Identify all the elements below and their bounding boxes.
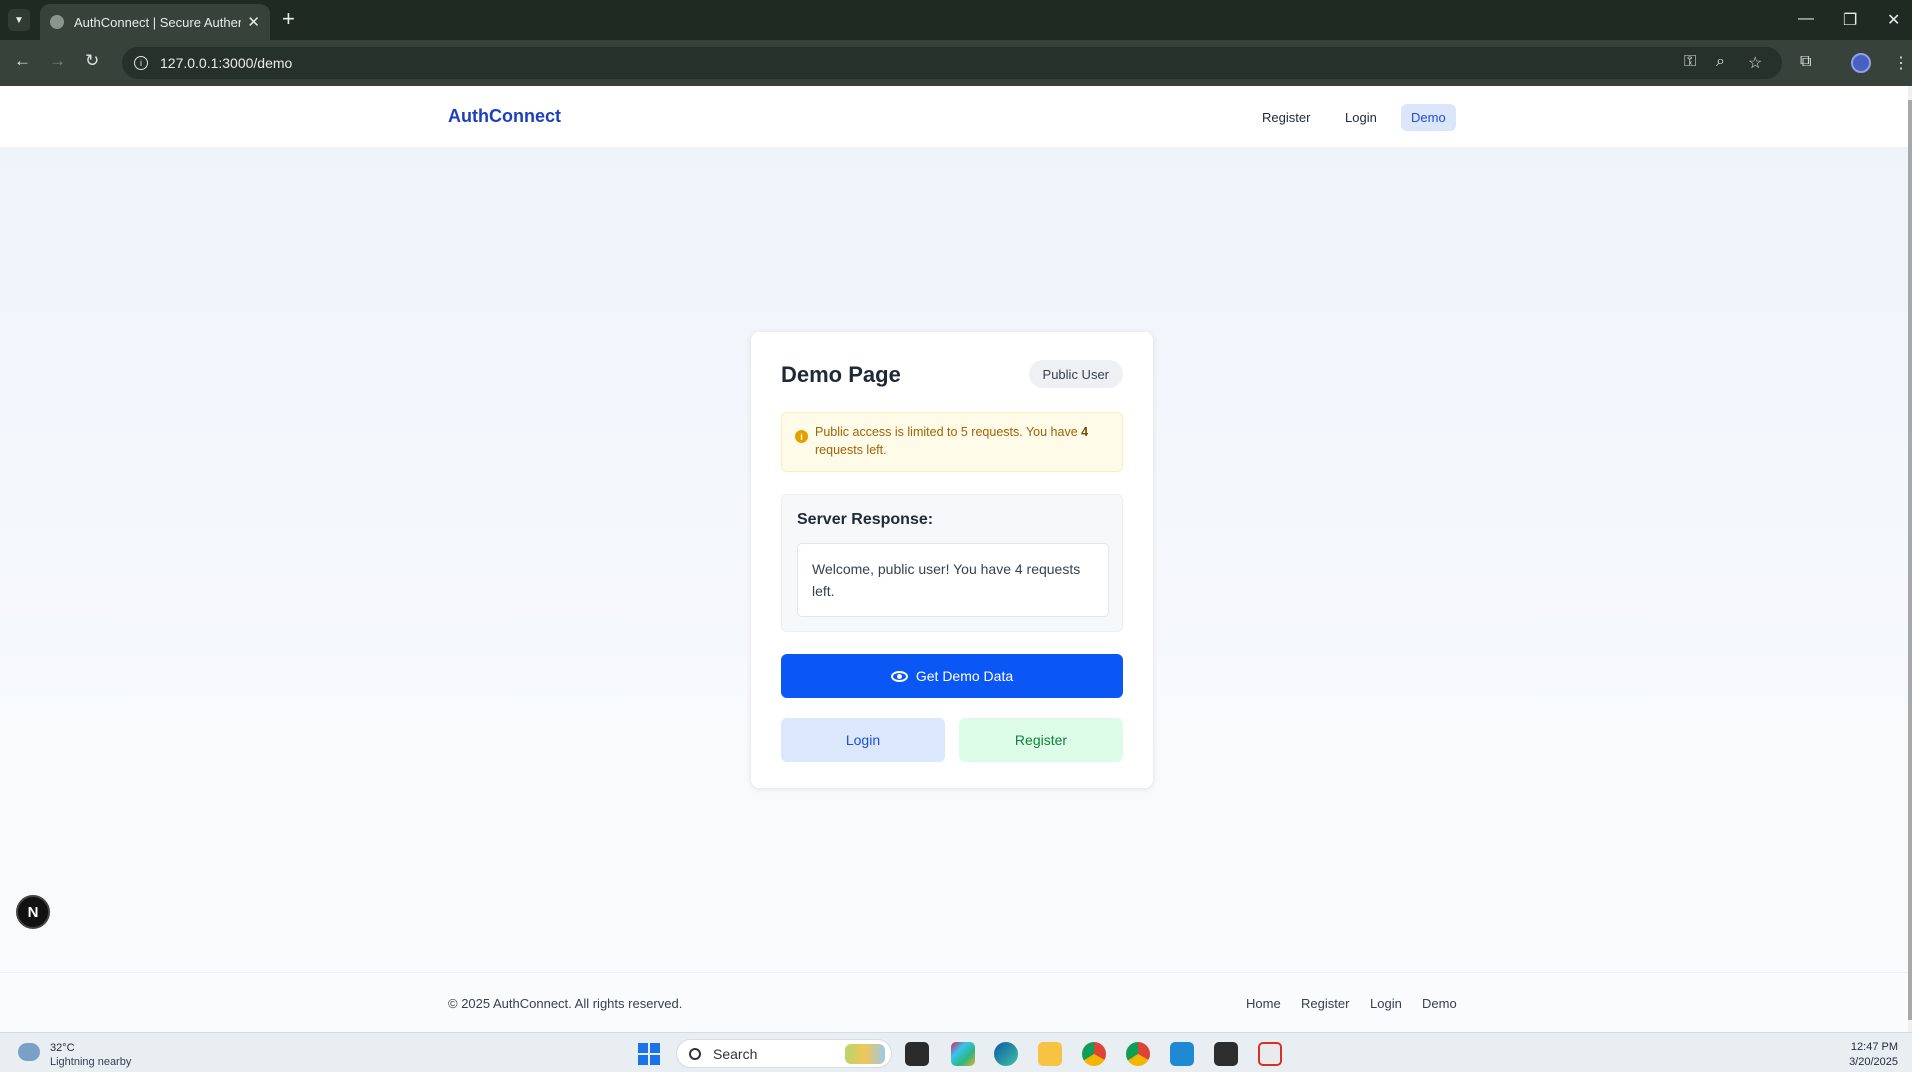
- restore-window-icon[interactable]: ❐: [1843, 10, 1857, 30]
- search-highlight-image: [845, 1044, 885, 1064]
- user-type-badge: Public User: [1028, 360, 1123, 388]
- footer-link-home[interactable]: Home: [1246, 996, 1281, 1011]
- tab-list-button[interactable]: ▼: [8, 9, 30, 31]
- browser-tab-strip: ▼ AuthConnect | Secure Authenti ✕ + — ❐ …: [0, 0, 1912, 40]
- url-text: 127.0.0.1:3000/demo: [160, 55, 293, 71]
- back-arrow-icon[interactable]: ←: [14, 51, 31, 71]
- page-viewport: AuthConnect Register Login Demo Demo Pag…: [0, 86, 1908, 1032]
- site-header: AuthConnect Register Login Demo: [0, 86, 1908, 148]
- tab-title: AuthConnect | Secure Authenti: [74, 14, 242, 30]
- footer-link-register[interactable]: Register: [1301, 996, 1349, 1011]
- snipping-tool-icon[interactable]: [1258, 1042, 1282, 1066]
- chrome-profile-icon[interactable]: [1126, 1042, 1150, 1066]
- nav-login[interactable]: Login: [1335, 104, 1387, 131]
- brand-logo[interactable]: AuthConnect: [448, 106, 561, 127]
- vscode-icon[interactable]: [1170, 1042, 1194, 1066]
- copyright-text: © 2025 AuthConnect. All rights reserved.: [448, 996, 683, 1011]
- demo-card: Demo Page Public User i Public access is…: [751, 332, 1153, 788]
- reload-icon[interactable]: ↻: [85, 51, 99, 71]
- forward-arrow-icon[interactable]: →: [49, 51, 66, 71]
- server-response-panel: Server Response: Welcome, public user! Y…: [781, 494, 1123, 632]
- profile-avatar[interactable]: [1851, 53, 1871, 73]
- search-icon: [689, 1047, 701, 1060]
- more-menu-icon[interactable]: ⋮: [1893, 53, 1909, 73]
- alert-prefix: Public access is limited to 5 requests. …: [815, 425, 1082, 439]
- weather-icon[interactable]: [18, 1043, 40, 1061]
- chrome-icon[interactable]: [1082, 1042, 1106, 1066]
- register-button[interactable]: Register: [959, 718, 1123, 762]
- bookmark-star-icon[interactable]: ☆: [1748, 53, 1762, 73]
- file-explorer-icon[interactable]: [1038, 1042, 1062, 1066]
- response-heading: Server Response:: [797, 511, 934, 528]
- site-footer: © 2025 AuthConnect. All rights reserved.…: [0, 972, 1908, 1032]
- site-info-icon[interactable]: i: [134, 56, 148, 70]
- slack-icon[interactable]: [951, 1042, 975, 1066]
- footer-link-login[interactable]: Login: [1370, 996, 1402, 1011]
- footer-link-demo[interactable]: Demo: [1422, 996, 1457, 1011]
- favicon-icon: [50, 15, 64, 29]
- extensions-icon[interactable]: ⧉: [1800, 53, 1811, 71]
- clock-date[interactable]: 3/20/2025: [1849, 1056, 1898, 1068]
- terminal-icon[interactable]: [1214, 1042, 1238, 1066]
- page-title: Demo Page: [781, 362, 901, 387]
- page-scrollbar-thumb[interactable]: [1908, 100, 1912, 1020]
- nav-register[interactable]: Register: [1252, 104, 1320, 131]
- eye-icon: [890, 670, 908, 682]
- windows-start-icon[interactable]: [638, 1043, 660, 1065]
- os-taskbar: 32°C Lightning nearby Search 12:47 PM 3/…: [0, 1032, 1912, 1072]
- weather-temperature: 32°C: [50, 1042, 75, 1054]
- login-button[interactable]: Login: [781, 718, 945, 762]
- browser-toolbar: ← → ↻ i 127.0.0.1:3000/demo ⚿ ⌕ ☆ ⧉ ⋮: [0, 40, 1912, 86]
- chevron-down-icon: ▼: [14, 14, 24, 26]
- close-window-icon[interactable]: ✕: [1887, 10, 1900, 30]
- rate-limit-alert: i Public access is limited to 5 requests…: [781, 412, 1123, 472]
- info-icon: i: [795, 430, 808, 443]
- taskbar-search[interactable]: Search: [676, 1039, 892, 1068]
- minimize-window-icon[interactable]: —: [1798, 10, 1814, 28]
- alert-count: 4: [1081, 425, 1089, 439]
- clock-time[interactable]: 12:47 PM: [1851, 1041, 1898, 1053]
- get-demo-data-label: Get Demo Data: [915, 668, 1014, 684]
- password-key-icon[interactable]: ⚿: [1684, 53, 1696, 71]
- alert-suffix: requests left.: [815, 443, 887, 457]
- taskbar-search-label: Search: [713, 1045, 758, 1062]
- weather-description: Lightning nearby: [50, 1056, 132, 1068]
- close-tab-icon[interactable]: ✕: [247, 13, 260, 31]
- alert-message: Public access is limited to 5 requests. …: [815, 423, 1115, 459]
- zoom-icon[interactable]: ⌕: [1716, 53, 1725, 71]
- edge-icon[interactable]: [994, 1042, 1018, 1066]
- browser-tab-active[interactable]: AuthConnect | Secure Authenti ✕: [40, 4, 270, 40]
- get-demo-data-button[interactable]: Get Demo Data: [781, 654, 1123, 698]
- task-view-icon[interactable]: [905, 1042, 929, 1066]
- nav-demo[interactable]: Demo: [1401, 104, 1456, 131]
- new-tab-button[interactable]: +: [282, 8, 295, 30]
- address-bar[interactable]: i 127.0.0.1:3000/demo: [122, 47, 1782, 79]
- response-message: Welcome, public user! You have 4 request…: [797, 543, 1109, 617]
- nextjs-dev-indicator[interactable]: N: [16, 895, 50, 929]
